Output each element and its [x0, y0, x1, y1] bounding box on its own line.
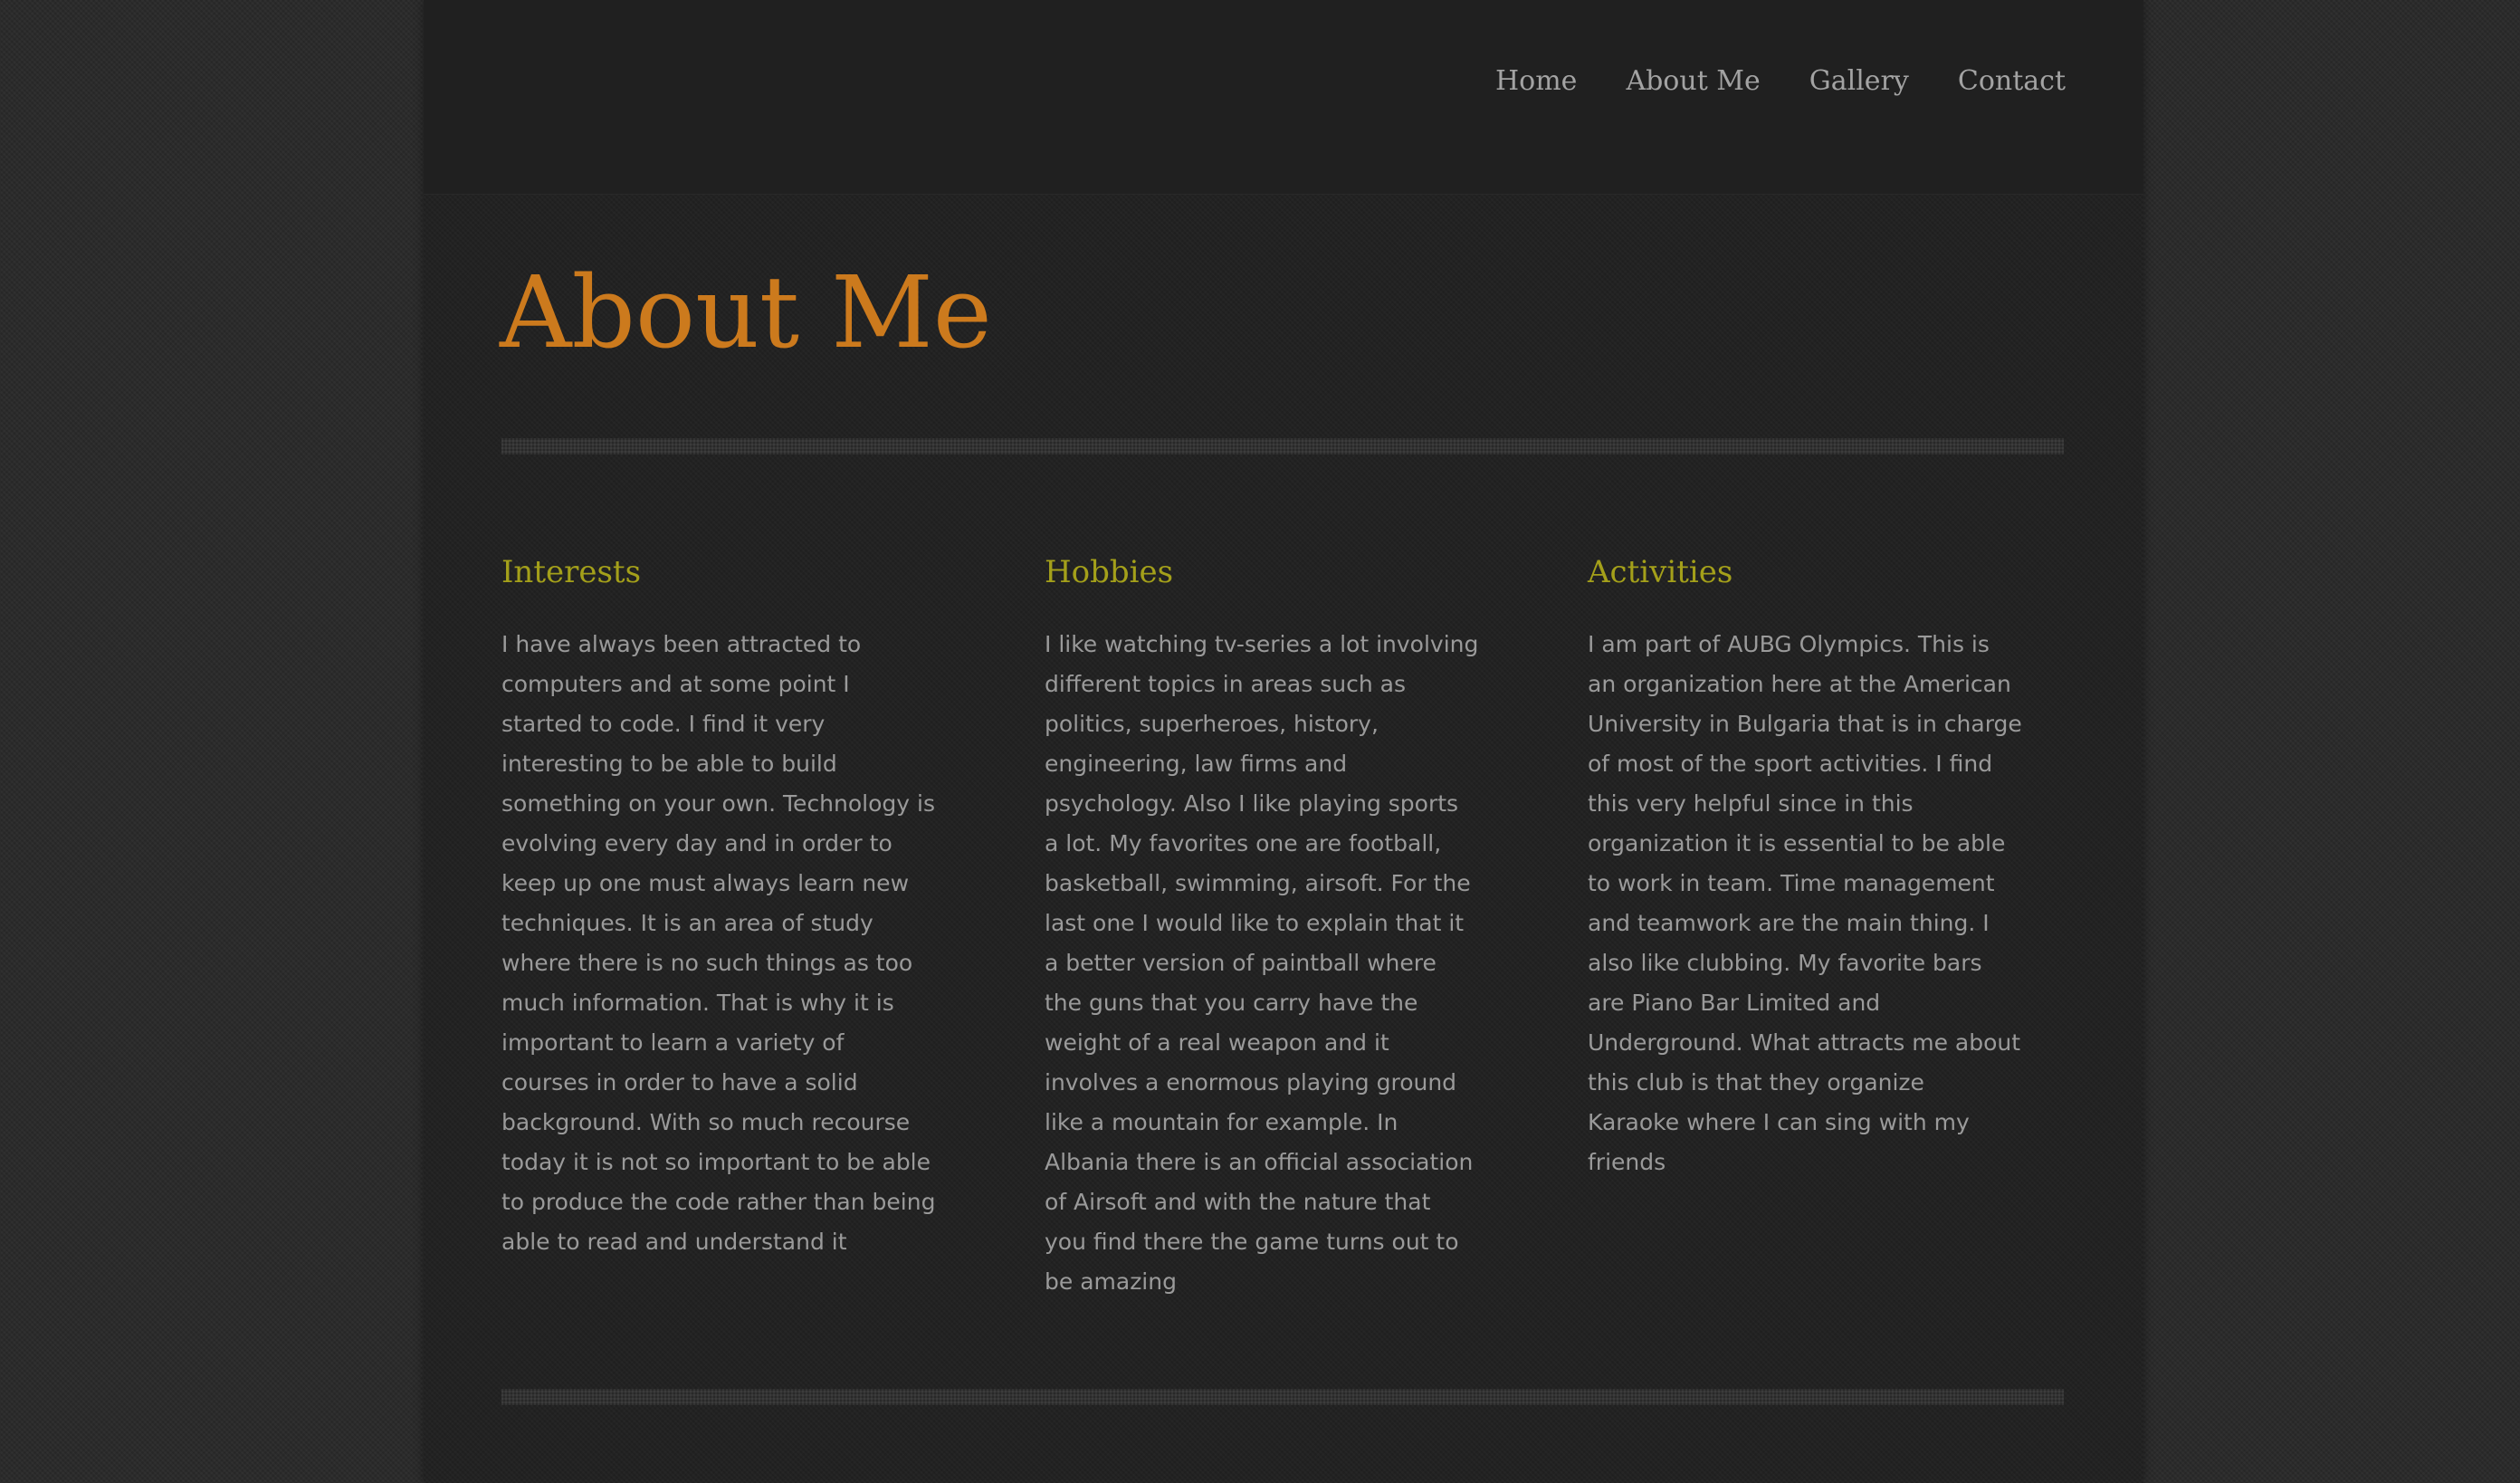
activities-column: Activities I am part of AUBG Olympics. T… — [1588, 547, 2022, 1182]
hobbies-text: I like watching tv-series a lot involvin… — [1045, 631, 1479, 1295]
page-title: About Me — [500, 254, 992, 370]
site-header: Home About Me Gallery Contact — [424, 0, 2143, 195]
page-container: Home About Me Gallery Contact About Me I… — [424, 0, 2143, 1483]
hobbies-column: Hobbies I like watching tv-series a lot … — [1045, 547, 1479, 1302]
main-nav: Home About Me Gallery Contact — [1495, 62, 2066, 101]
hobbies-heading: Hobbies — [1045, 554, 1174, 590]
activities-text: I am part of AUBG Olympics. This is an o… — [1588, 631, 2022, 1175]
interests-text: I have always been attracted to computer… — [501, 631, 936, 1255]
nav-item-about-me[interactable]: About Me — [1626, 62, 1760, 101]
interests-column: Interests I have always been attracted t… — [501, 547, 936, 1262]
interests-heading: Interests — [501, 554, 642, 590]
section-divider-bottom — [501, 1389, 2064, 1405]
nav-item-gallery[interactable]: Gallery — [1809, 62, 1909, 101]
activities-heading: Activities — [1588, 554, 1733, 590]
section-divider-top — [501, 438, 2064, 454]
nav-item-home[interactable]: Home — [1495, 62, 1577, 101]
nav-item-contact[interactable]: Contact — [1958, 62, 2066, 101]
